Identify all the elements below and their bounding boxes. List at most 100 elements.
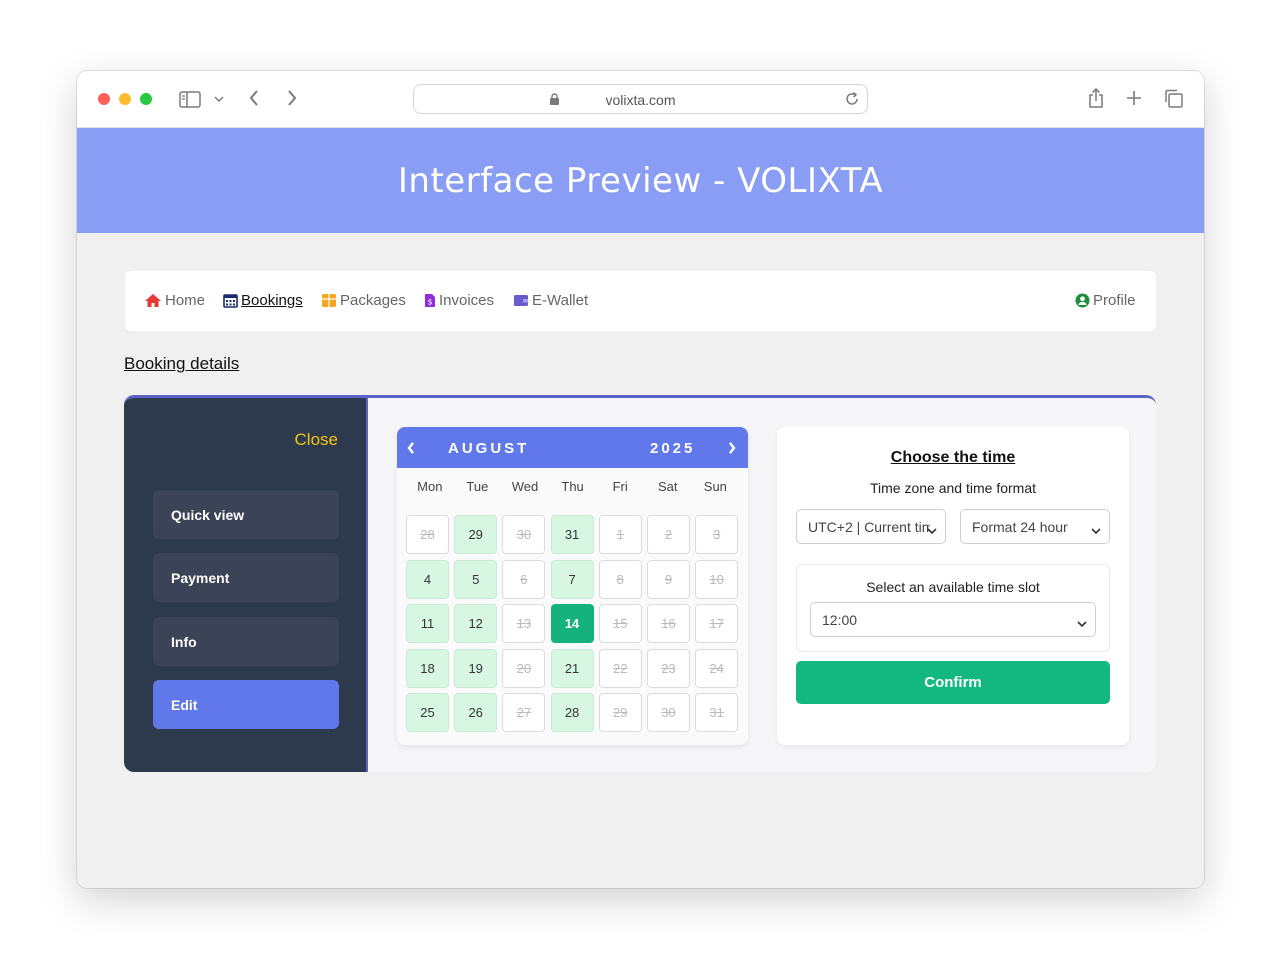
calendar-day[interactable]: 12 — [454, 604, 498, 644]
nav-home-label: Home — [165, 292, 206, 309]
tab-overview-icon[interactable] — [1163, 88, 1183, 108]
user-circle-icon — [1075, 293, 1090, 308]
sidebar-item-edit[interactable]: Edit — [153, 680, 339, 729]
time-title: Choose the time — [890, 449, 1016, 466]
calendar-month: AUGUST — [448, 440, 530, 457]
svg-text:$: $ — [427, 298, 432, 307]
nav-packages[interactable]: Packages — [321, 292, 406, 309]
calendar-day: 1 — [598, 515, 642, 554]
calendar-day[interactable]: 29 — [454, 515, 498, 554]
calendar-day: 17 — [695, 604, 739, 644]
sidebar-item-quick-view[interactable]: Quick view — [153, 490, 339, 539]
calendar-day: 22 — [598, 648, 642, 688]
calendar-day: 10 — [695, 559, 739, 599]
calendar-day: 6 — [502, 559, 546, 599]
time-slot-value: 12:00 — [822, 611, 858, 628]
sidebar-item-info[interactable]: Info — [153, 617, 339, 666]
prev-month-button[interactable] — [402, 439, 420, 457]
weekday-label: Sun — [703, 479, 727, 494]
new-tab-icon[interactable] — [1125, 89, 1143, 107]
close-window-button[interactable] — [98, 93, 110, 105]
timezone-value: UTC+2 | Current time — [808, 518, 930, 535]
sidebar-item-label: Payment — [171, 569, 230, 586]
sidebar-item-label: Edit — [171, 696, 198, 713]
calendar-day[interactable]: 14 — [550, 604, 594, 644]
back-icon[interactable] — [247, 88, 261, 108]
calendar-day: 13 — [502, 604, 546, 644]
nav-invoices[interactable]: $ Invoices — [424, 292, 494, 309]
nav-ewallet[interactable]: E-Wallet — [513, 292, 588, 309]
nav-profile-label: Profile — [1093, 292, 1136, 309]
weekday-label: Fri — [612, 479, 628, 494]
navbar: Home Bookings Packages $ Invoices E-Wall… — [125, 271, 1156, 331]
time-chooser: Choose the time Time zone and time forma… — [777, 427, 1129, 745]
nav-ewallet-label: E-Wallet — [532, 292, 589, 309]
weekday-row: Mon Tue Wed Thu Fri Sat Sun — [397, 479, 748, 494]
calendar-day[interactable]: 5 — [454, 559, 498, 599]
weekday-label: Sat — [658, 479, 678, 494]
weekday-label: Thu — [561, 479, 584, 494]
calendar-day: 28 — [406, 515, 449, 554]
calendar-day[interactable]: 31 — [550, 515, 594, 554]
chevron-down-icon — [1091, 522, 1101, 538]
calendar-day: 2 — [646, 515, 690, 554]
time-slot-label: Select an available time slot — [866, 579, 1040, 595]
calendar-day[interactable]: 28 — [550, 693, 594, 733]
booking-panel: Close Quick view Payment Info Edit AUGUS… — [124, 395, 1156, 772]
share-icon[interactable] — [1087, 87, 1105, 109]
calendar-day: 30 — [502, 515, 546, 554]
calendar-day: 27 — [502, 693, 546, 733]
nav-home[interactable]: Home — [144, 292, 205, 309]
calendar-day[interactable]: 4 — [406, 559, 449, 599]
calendar-day: 31 — [695, 693, 739, 733]
calendar-day: 15 — [598, 604, 642, 644]
calendar-day: 16 — [646, 604, 690, 644]
forward-icon[interactable] — [285, 88, 299, 108]
calendar-day: 3 — [695, 515, 739, 554]
calendar-day: 20 — [502, 648, 546, 688]
chevron-down-icon — [927, 522, 937, 538]
home-icon — [145, 294, 161, 307]
time-slot-select[interactable]: 12:00 — [810, 602, 1096, 637]
calendar-day[interactable]: 26 — [454, 693, 498, 733]
nav-profile[interactable]: Profile — [1075, 292, 1136, 309]
minimize-window-button[interactable] — [119, 93, 131, 105]
calendar-day[interactable]: 21 — [550, 648, 594, 688]
reload-icon[interactable] — [843, 90, 861, 113]
time-format-value: Format 24 hour — [972, 518, 1068, 535]
sidebar-item-label: Quick view — [171, 506, 245, 523]
close-button[interactable]: Close — [295, 430, 338, 450]
calendar-day[interactable]: 11 — [406, 604, 449, 644]
browser-window: volixta.com Interface Preview - VOLIXTA … — [77, 71, 1204, 888]
chevron-down-icon[interactable] — [213, 93, 225, 105]
calendar-day[interactable]: 18 — [406, 648, 449, 688]
calendar-day[interactable]: 19 — [454, 648, 498, 688]
nav-invoices-label: Invoices — [439, 292, 495, 309]
timezone-select[interactable]: UTC+2 | Current time — [796, 509, 946, 544]
calendar-day: 29 — [598, 693, 642, 733]
url-text: volixta.com — [605, 92, 676, 108]
time-format-select[interactable]: Format 24 hour — [960, 509, 1110, 544]
time-slot-box: Select an available time slot 12:00 — [796, 564, 1110, 652]
booking-details-link[interactable]: Booking details — [124, 354, 239, 374]
calendar-day[interactable]: 7 — [550, 559, 594, 599]
address-bar[interactable]: volixta.com — [413, 84, 868, 114]
nav-bookings[interactable]: Bookings — [223, 292, 303, 309]
calendar-days: 28 29 30 31 1 2 3 4 5 6 7 8 9 10 11 12 13 14 15 16 17 18 19 20 2… — [406, 515, 741, 733]
calendar-day: 23 — [646, 648, 690, 688]
sidebar-item-payment[interactable]: Payment — [153, 553, 339, 602]
calendar-day[interactable]: 25 — [406, 693, 449, 733]
confirm-button[interactable]: Confirm — [796, 661, 1110, 704]
time-subtitle: Time zone and time format — [870, 480, 1036, 496]
sidebar-toggle-icon[interactable] — [179, 90, 201, 108]
nav-bookings-label: Bookings — [241, 292, 303, 309]
maximize-window-button[interactable] — [140, 93, 152, 105]
browser-toolbar: volixta.com — [77, 71, 1204, 128]
weekday-label: Mon — [417, 479, 443, 494]
calendar-icon — [223, 294, 238, 308]
calendar-day: 8 — [598, 559, 642, 599]
invoice-icon: $ — [425, 294, 435, 307]
next-month-button[interactable] — [723, 439, 741, 457]
sidebar-item-label: Info — [171, 633, 197, 650]
chevron-left-icon — [407, 442, 414, 454]
